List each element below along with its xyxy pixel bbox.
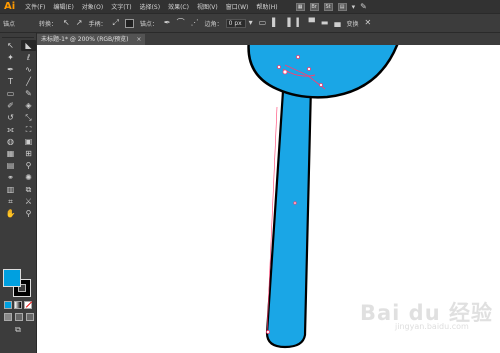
- corner-radius-input[interactable]: 0 px: [225, 18, 246, 28]
- close-icon[interactable]: ×: [136, 36, 141, 43]
- convert-corner-icon[interactable]: ↖: [60, 19, 73, 27]
- column-graph-tool-icon[interactable]: ▥: [3, 184, 18, 195]
- anchor-point[interactable]: [282, 69, 288, 75]
- knife-tool-icon[interactable]: ⚔: [21, 196, 36, 207]
- convert-smooth-icon[interactable]: ↗: [73, 19, 86, 27]
- free-transform-tool-icon[interactable]: ⛶: [21, 124, 36, 135]
- slice-tool-icon[interactable]: ⌗: [3, 196, 18, 207]
- magic-wand-tool-icon[interactable]: ✦: [3, 52, 18, 63]
- anchor2-label: 锚点：: [139, 20, 158, 28]
- anchor-point[interactable]: [319, 83, 323, 87]
- gradient-tool-icon[interactable]: ▤: [3, 160, 18, 171]
- connect-anchor-icon[interactable]: ⌒: [174, 19, 188, 27]
- screen-mode-icon[interactable]: ⧉: [12, 325, 24, 334]
- perspective-grid-tool-icon[interactable]: ▦: [3, 148, 18, 159]
- scale-tool-icon[interactable]: ⤡: [21, 112, 36, 123]
- lollipop-candy-shape[interactable]: [247, 45, 399, 99]
- bridge-button[interactable]: Br: [309, 2, 319, 11]
- paintbrush-tool-icon[interactable]: ✎: [21, 88, 36, 99]
- line-tool-icon[interactable]: ╱: [21, 76, 36, 87]
- isolate-icon[interactable]: ✕: [362, 19, 375, 27]
- width-tool-icon[interactable]: ⟗: [3, 124, 18, 135]
- align-right-icon[interactable]: ▍: [293, 19, 305, 27]
- dropdown-chevron-icon[interactable]: ▾: [352, 3, 356, 11]
- control-bar: 锚点 转换： ↖ ↗ 手柄： ⤢ 锚点： ✒ ⌒ ⋰ 边角： 0 px ▾ ▭ …: [0, 13, 500, 33]
- align-icon[interactable]: ▭: [256, 19, 270, 27]
- handle-hide-icon[interactable]: [124, 18, 134, 28]
- blend-tool-icon[interactable]: ⚭: [3, 172, 18, 183]
- lollipop-stick-shape[interactable]: [265, 83, 313, 349]
- menu-file[interactable]: 文件(F): [21, 2, 49, 11]
- menu-select[interactable]: 选择(S): [136, 2, 165, 11]
- workspace-grid-icon[interactable]: ▦: [295, 2, 305, 11]
- shaper-tool-icon[interactable]: ✐: [3, 100, 18, 111]
- anchor-point[interactable]: [296, 55, 300, 59]
- artboard-tool-icon[interactable]: ⧉: [21, 184, 36, 195]
- transform-link[interactable]: 变换: [344, 19, 362, 28]
- tools-panel: ↖ ◣ ✦ ℓ ✒ ∿ T ╱ ▭ ✎ ✐ ◈ ↺ ⤡ ⟗ ⛶ ◍ ▣ ▦ ⊞ …: [0, 33, 37, 353]
- shape-builder-tool-icon[interactable]: ◍: [3, 136, 18, 147]
- menu-type[interactable]: 文字(T): [107, 2, 135, 11]
- symbol-sprayer-tool-icon[interactable]: ✺: [21, 172, 36, 183]
- remove-anchor-icon[interactable]: ✒: [161, 19, 174, 27]
- stock-button[interactable]: St: [323, 2, 333, 11]
- fill-stroke-widget: [3, 269, 33, 297]
- anchor-point[interactable]: [266, 330, 270, 334]
- app-logo: Ai: [4, 1, 16, 12]
- type-tool-icon[interactable]: T: [3, 76, 18, 87]
- draw-normal-icon[interactable]: [4, 313, 12, 321]
- menu-edit[interactable]: 编辑(E): [49, 2, 77, 11]
- align-bottom-icon[interactable]: ▄: [331, 19, 343, 27]
- zoom-tool-icon[interactable]: ⚲: [21, 208, 36, 219]
- hand-tool-icon[interactable]: ✋: [3, 208, 18, 219]
- menubar-right-icons: ▦ Br St ▤ ▾ ✎: [295, 2, 367, 11]
- color-mode-row: [4, 301, 33, 309]
- baidu-watermark-url: jingyan.baidu.com: [395, 322, 469, 331]
- handle-show-icon[interactable]: ⤢: [109, 19, 121, 27]
- live-paint-tool-icon[interactable]: ▣: [21, 136, 36, 147]
- eyedropper-tool-icon[interactable]: ⚲: [21, 160, 36, 171]
- anchor-point[interactable]: [307, 67, 311, 71]
- panel-grip[interactable]: [2, 33, 34, 38]
- curvature-tool-icon[interactable]: ∿: [21, 64, 36, 75]
- rotate-tool-icon[interactable]: ↺: [3, 112, 18, 123]
- convert-label: 转换：: [39, 20, 58, 28]
- menu-object[interactable]: 对象(O): [78, 2, 107, 11]
- lasso-tool-icon[interactable]: ℓ: [21, 52, 36, 63]
- mesh-tool-icon[interactable]: ⊞: [21, 148, 36, 159]
- gradient-mode-icon[interactable]: [14, 301, 22, 309]
- align-left-icon[interactable]: ▌: [269, 19, 281, 27]
- menu-window[interactable]: 窗口(W): [222, 2, 253, 11]
- anchor-point[interactable]: [277, 65, 281, 69]
- fill-color-swatch[interactable]: [3, 269, 21, 287]
- selection-tool-icon[interactable]: ↖: [3, 40, 18, 51]
- none-mode-icon[interactable]: [24, 301, 33, 309]
- draw-mode-row: [4, 313, 34, 321]
- pen-tool-icon[interactable]: ✒: [3, 64, 18, 75]
- document-tab-bar: 未标题-1* @ 200% (RGB/预览) ×: [37, 33, 500, 45]
- anchor-point[interactable]: [293, 201, 297, 205]
- eraser-tool-icon[interactable]: ◈: [21, 100, 36, 111]
- handle-label: 手柄：: [88, 20, 107, 28]
- document-tab[interactable]: 未标题-1* @ 200% (RGB/预览) ×: [37, 34, 146, 45]
- sync-icon[interactable]: ✎: [360, 2, 367, 11]
- rectangle-tool-icon[interactable]: ▭: [3, 88, 18, 99]
- menu-bar: Ai 文件(F) 编辑(E) 对象(O) 文字(T) 选择(S) 效果(C) 视…: [0, 0, 500, 13]
- corner-chevron-icon[interactable]: ▾: [246, 19, 256, 27]
- menu-effect[interactable]: 效果(C): [164, 2, 193, 11]
- align-middle-icon[interactable]: ▬: [318, 19, 332, 27]
- cut-path-icon[interactable]: ⋰: [188, 19, 202, 27]
- draw-inside-icon[interactable]: [26, 313, 34, 321]
- align-top-icon[interactable]: ▀: [306, 19, 318, 27]
- color-mode-icon[interactable]: [4, 301, 12, 309]
- corner-label: 边角：: [204, 20, 223, 28]
- menu-help[interactable]: 帮助(H): [252, 2, 281, 11]
- document-tab-title: 未标题-1* @ 200% (RGB/预览): [41, 36, 129, 43]
- anchor-label: 锚点: [3, 20, 16, 28]
- arrange-documents-icon[interactable]: ▤: [337, 2, 347, 11]
- menu-view[interactable]: 视图(V): [193, 2, 222, 11]
- direct-selection-tool-icon[interactable]: ◣: [21, 40, 36, 51]
- align-center-icon[interactable]: ▐: [281, 19, 293, 27]
- draw-behind-icon[interactable]: [15, 313, 23, 321]
